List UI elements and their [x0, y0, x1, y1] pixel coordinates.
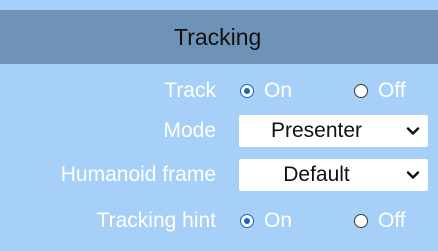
tracking-hint-on-label: On	[264, 209, 293, 232]
mode-select[interactable]: Presenter	[239, 115, 428, 147]
humanoid-frame-selected-value: Default	[283, 163, 350, 186]
track-on-label: On	[264, 79, 293, 102]
tracking-hint-off-label: Off	[378, 209, 406, 232]
panel-title: Tracking	[174, 24, 262, 50]
tracking-hint-radio-group: On Off	[238, 207, 428, 235]
tracking-hint-on-radio[interactable]	[240, 214, 254, 228]
chevron-down-icon	[406, 171, 420, 179]
panel-header: Tracking	[0, 10, 438, 64]
track-on-radio[interactable]	[240, 84, 254, 98]
mode-selected-value: Presenter	[270, 119, 363, 142]
track-radio-group: On Off	[238, 77, 428, 105]
humanoid-frame-label: Humanoid frame	[60, 163, 216, 186]
tracking-hint-row: Tracking hint On Off	[0, 200, 438, 242]
tracking-hint-off-radio[interactable]	[354, 214, 368, 228]
track-label: Track	[164, 79, 216, 102]
track-off-label: Off	[378, 79, 406, 102]
chevron-down-icon	[406, 127, 420, 135]
mode-label: Mode	[163, 119, 216, 142]
tracking-hint-on-option[interactable]: On	[240, 207, 292, 235]
humanoid-frame-row: Humanoid frame Default	[0, 154, 438, 196]
tracking-hint-off-option[interactable]: Off	[354, 207, 406, 235]
track-off-option[interactable]: Off	[354, 77, 406, 105]
mode-row: Mode Presenter	[0, 110, 438, 152]
track-on-option[interactable]: On	[240, 77, 292, 105]
tracking-hint-label: Tracking hint	[96, 209, 216, 232]
humanoid-frame-select[interactable]: Default	[239, 159, 428, 191]
track-off-radio[interactable]	[354, 84, 368, 98]
tracking-panel: Tracking Track On Off Mode Presenter Hum…	[0, 0, 438, 251]
track-row: Track On Off	[0, 70, 438, 112]
